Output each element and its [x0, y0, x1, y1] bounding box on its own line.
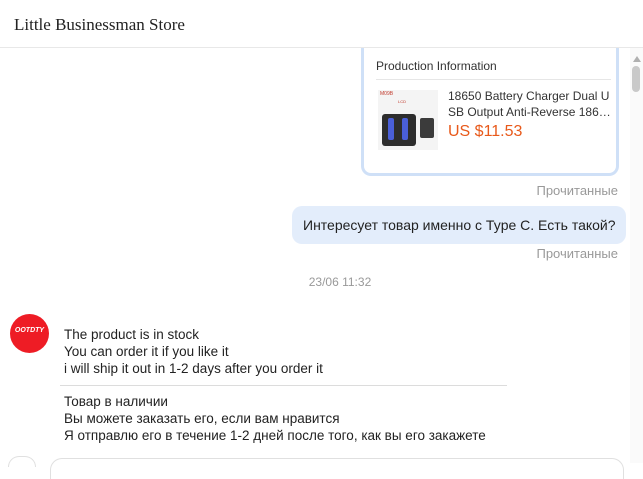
- chat-header: Little Businessman Store: [0, 0, 643, 48]
- charger-image: [382, 114, 416, 146]
- store-name[interactable]: Little Businessman Store: [14, 15, 185, 35]
- charger-slot: [388, 118, 394, 140]
- scrollbar-thumb[interactable]: [632, 66, 640, 92]
- charger-slot: [402, 118, 408, 140]
- product-title[interactable]: 18650 Battery Charger Dual USB Output An…: [448, 88, 611, 120]
- scroll-up-icon[interactable]: [633, 56, 641, 62]
- message-line: i will ship it out in 1-2 days after you…: [64, 361, 323, 376]
- chat-area[interactable]: Production Information M09B LCD 18650 Ba…: [0, 48, 630, 479]
- seller-message-en: The product is in stock You can order it…: [64, 326, 514, 377]
- product-thumbnail[interactable]: M09B LCD: [378, 90, 438, 150]
- message-input[interactable]: [50, 458, 624, 479]
- product-thumbnail-label: M09B: [380, 91, 394, 97]
- read-status: Прочитанные: [536, 246, 618, 261]
- seller-message-translation: Товар в наличии Вы можете заказать его, …: [64, 393, 534, 444]
- product-card[interactable]: Production Information M09B LCD 18650 Ba…: [361, 48, 619, 176]
- message-timestamp: 23/06 11:32: [308, 275, 372, 289]
- seller-avatar-logo: OOTDTY: [14, 327, 45, 334]
- outgoing-message: Интересует товар именно с Type C. Есть т…: [292, 206, 626, 244]
- charger-screen: [420, 118, 434, 138]
- chat-scrollbar[interactable]: [630, 48, 643, 463]
- read-status: Прочитанные: [536, 183, 618, 198]
- product-card-header: Production Information: [376, 59, 611, 80]
- message-line: Вы можете заказать его, если вам нравитс…: [64, 411, 340, 426]
- seller-avatar[interactable]: OOTDTY: [10, 314, 49, 353]
- translation-divider: [60, 385, 507, 386]
- product-thumbnail-sublabel: LCD: [398, 99, 407, 104]
- message-line: You can order it if you like it: [64, 344, 229, 359]
- message-line: The product is in stock: [64, 327, 200, 342]
- emoji-button[interactable]: [8, 456, 36, 467]
- product-price: US $11.53: [448, 123, 523, 140]
- message-line: Я отправлю его в течение 1-2 дней после …: [64, 428, 486, 443]
- message-line: Товар в наличии: [64, 394, 168, 409]
